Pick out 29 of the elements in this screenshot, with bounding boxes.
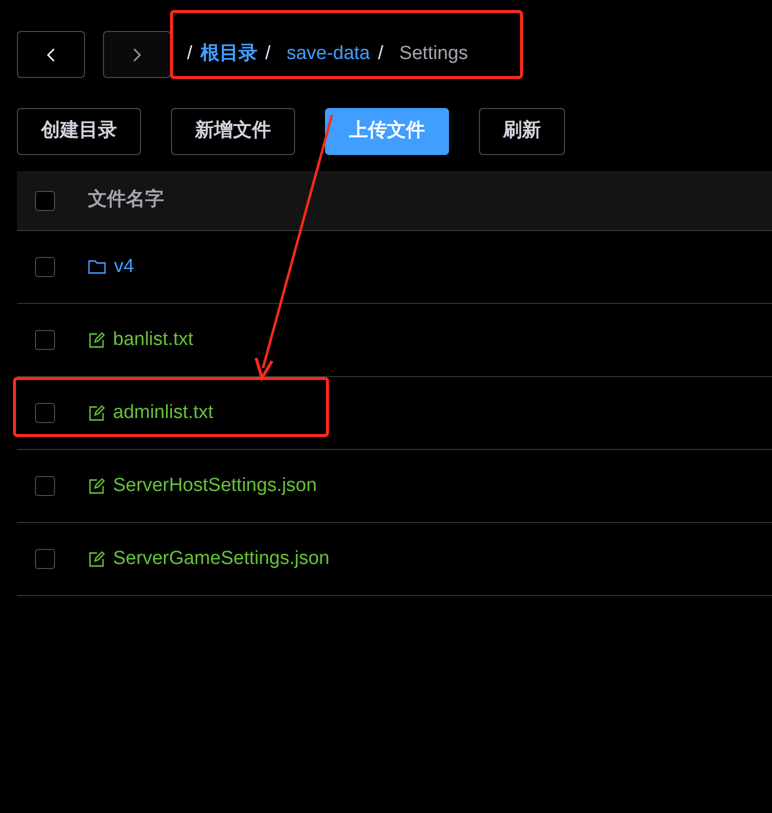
checkbox[interactable] [35, 257, 55, 277]
back-button[interactable] [17, 31, 85, 78]
breadcrumb-separator: / [378, 42, 384, 66]
chevron-right-icon [132, 46, 142, 62]
column-header: 文件名字 [88, 188, 164, 212]
folder-icon [88, 259, 106, 275]
file-link[interactable]: banlist.txt [113, 326, 194, 354]
breadcrumb-link[interactable]: 根目录 [200, 40, 258, 69]
checkbox[interactable] [35, 330, 55, 350]
toolbar-button[interactable]: 创建目录 [17, 108, 141, 155]
file-link[interactable]: ServerHostSettings.json [113, 472, 317, 500]
toolbar-button[interactable]: 新增文件 [171, 108, 295, 155]
checkbox[interactable] [35, 549, 55, 569]
breadcrumb-separator: / [187, 42, 192, 66]
breadcrumb-current: Settings [399, 42, 468, 66]
file-link[interactable]: adminlist.txt [113, 398, 214, 428]
folder-link[interactable]: v4 [114, 252, 134, 282]
checkbox[interactable] [35, 403, 55, 423]
checkbox[interactable] [35, 190, 55, 210]
toolbar-button[interactable]: 刷新 [479, 108, 565, 155]
file-link[interactable]: ServerGameSettings.json [113, 544, 330, 574]
breadcrumb-separator: / [265, 42, 271, 66]
edit-icon [88, 550, 105, 568]
edit-icon [88, 404, 105, 422]
checkbox[interactable] [35, 476, 55, 496]
chevron-left-icon [46, 46, 56, 62]
edit-icon [88, 478, 105, 494]
edit-icon [88, 332, 105, 348]
breadcrumb-link[interactable]: save-data [286, 40, 370, 69]
